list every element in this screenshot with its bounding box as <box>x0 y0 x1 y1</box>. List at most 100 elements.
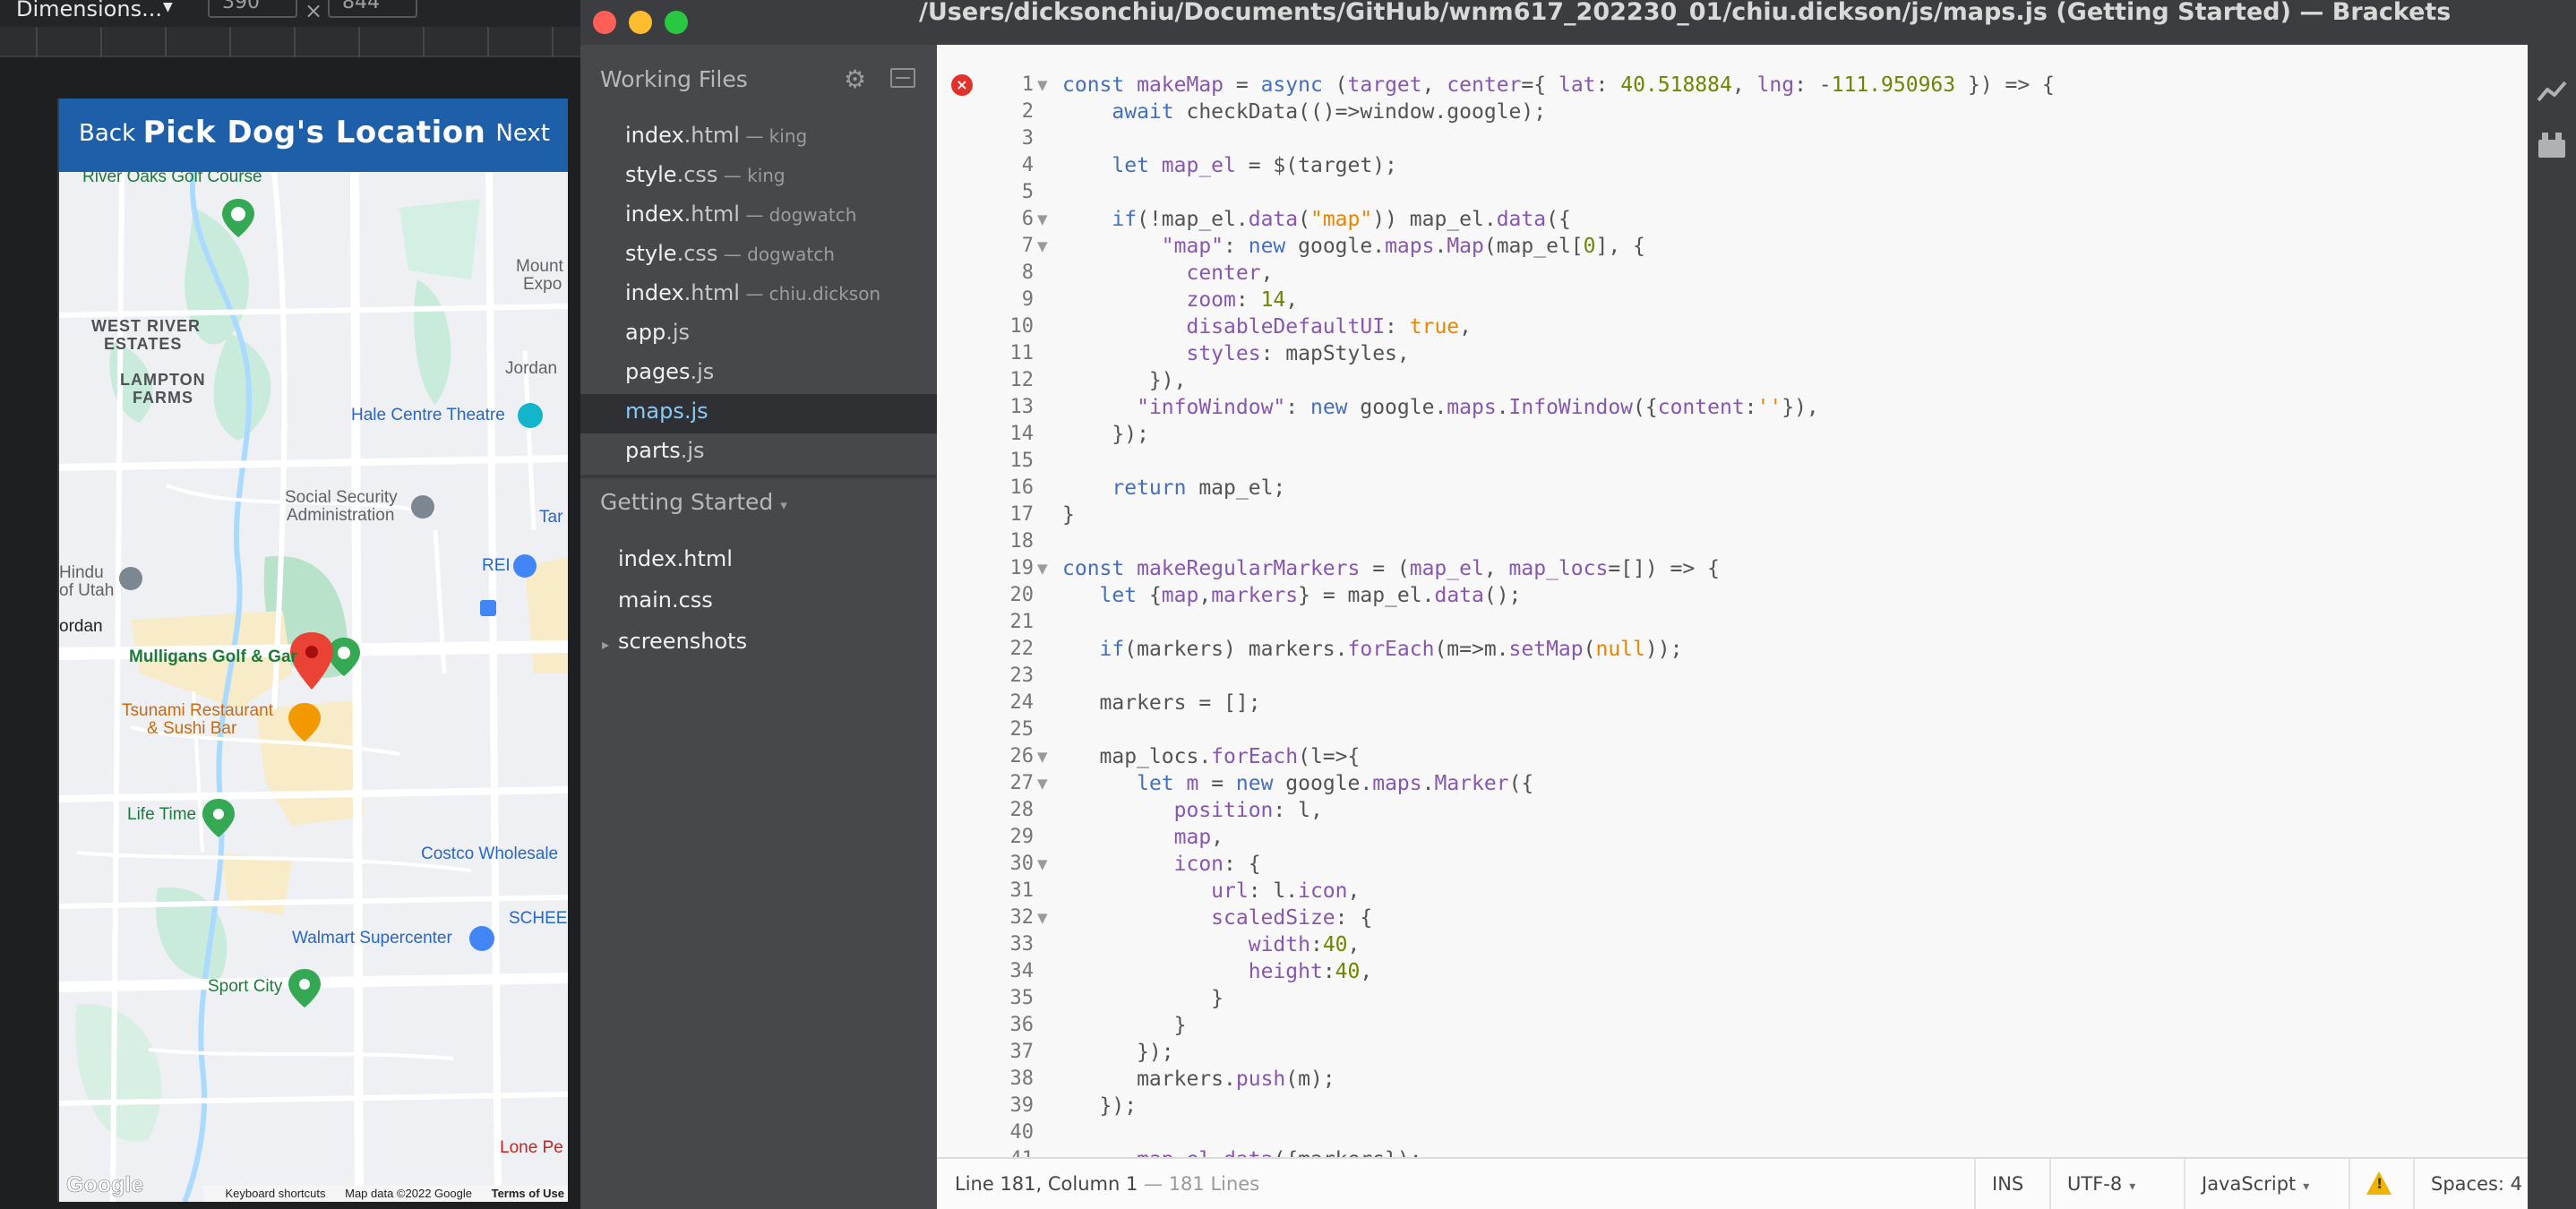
fold-toggle-icon[interactable]: ▼ <box>1037 233 1048 260</box>
code-line[interactable]: }), <box>1062 367 1187 394</box>
fold-toggle-icon[interactable]: ▼ <box>1037 743 1048 770</box>
indent-setting[interactable]: Spaces: 4 <box>2413 1159 2538 1209</box>
encoding-dropdown[interactable]: UTF-8 ▾ <box>2049 1159 2151 1209</box>
code-line[interactable]: return map_el; <box>1062 475 1285 502</box>
code-line[interactable]: "map": new google.maps.Map(map_el[0], { <box>1062 233 1645 260</box>
map-label[interactable]: SCHEE <box>509 910 567 928</box>
chevron-down-icon[interactable]: ▼ <box>163 0 173 14</box>
code-line[interactable]: } <box>1062 502 1075 528</box>
fold-toggle-icon[interactable]: ▼ <box>1037 206 1048 233</box>
map-label[interactable]: of Utah <box>59 582 114 600</box>
warning-icon[interactable] <box>2366 1171 2391 1195</box>
code-line[interactable]: "infoWindow": new google.maps.InfoWindow… <box>1062 394 1819 421</box>
map-label[interactable]: Mulligans Golf & Gar <box>129 648 297 666</box>
project-folder-item[interactable]: screenshots <box>618 629 747 654</box>
working-file-index[interactable]: index.html — chiu.dickson <box>580 276 937 315</box>
map-label[interactable]: REI <box>482 557 511 575</box>
map-label[interactable]: Sport City <box>208 978 282 996</box>
project-file-item[interactable]: main.css <box>618 587 713 613</box>
code-line[interactable]: center, <box>1062 260 1273 287</box>
code-line[interactable]: icon: { <box>1062 851 1261 878</box>
code-line[interactable]: url: l.icon, <box>1062 878 1360 905</box>
map-label[interactable]: River Oaks Golf Course <box>82 172 262 186</box>
map-label[interactable]: Tar <box>539 509 562 527</box>
code-line[interactable]: let m = new google.maps.Marker({ <box>1062 770 1533 797</box>
device-height-input[interactable]: 844 <box>328 0 417 18</box>
map-label[interactable]: Walmart Supercenter <box>292 930 452 947</box>
map-label[interactable]: Mount <box>516 258 563 276</box>
map-label[interactable]: Costco Wholesale <box>421 845 558 863</box>
fold-toggle-icon[interactable]: ▼ <box>1037 905 1048 931</box>
code-line[interactable]: if(!map_el.data("map")) map_el.data({ <box>1062 206 1570 233</box>
insert-mode-toggle[interactable]: INS <box>1974 1159 2039 1209</box>
gear-icon[interactable]: ⚙ <box>844 64 866 94</box>
code-token: center <box>1186 262 1261 285</box>
code-line[interactable]: let map_el = $(target); <box>1062 152 1397 179</box>
working-file-index[interactable]: index.html — dogwatch <box>580 197 937 236</box>
next-button[interactable]: Next <box>495 120 550 147</box>
code-line[interactable]: }); <box>1062 421 1149 448</box>
code-editor[interactable]: × 1 ▼ 2 3 4 5 6 ▼ 7 ▼ 8 9 10 11 12 13 14 15 16 17 18 19 ▼ 20 21 2… <box>937 45 2528 1157</box>
language-dropdown[interactable]: JavaScript ▾ <box>2184 1159 2325 1209</box>
working-file-style[interactable]: style.css — king <box>580 158 937 197</box>
map-label[interactable]: Social Security <box>285 489 398 507</box>
fold-toggle-icon[interactable]: ▼ <box>1037 851 1048 878</box>
code-line[interactable]: width:40, <box>1062 931 1361 958</box>
map-label[interactable]: Hale Centre Theatre <box>351 407 505 424</box>
file-extension: .js <box>690 359 715 384</box>
code-line[interactable]: const makeRegularMarkers = (map_el, map_… <box>1062 555 1720 582</box>
code-line[interactable]: }); <box>1062 1039 1174 1066</box>
code-line[interactable]: map_locs.forEach(l=>{ <box>1062 743 1361 770</box>
code-line[interactable]: } <box>1062 985 1224 1012</box>
code-line[interactable]: } <box>1062 1012 1187 1039</box>
project-file-item[interactable]: index.html <box>618 546 733 571</box>
code-line[interactable]: position: l, <box>1062 797 1323 824</box>
split-view-icon[interactable] <box>890 68 915 88</box>
code-line[interactable]: if(markers) markers.forEach(m=>m.setMap(… <box>1062 636 1683 663</box>
map-label[interactable]: & Sushi Bar <box>147 720 236 738</box>
app-header: Back Pick Dog's Location Next <box>59 99 568 172</box>
code-line[interactable]: let {map,markers} = map_el.data(); <box>1062 582 1522 609</box>
working-file-maps[interactable]: maps.js <box>580 394 937 433</box>
code-line[interactable]: disableDefaultUI: true, <box>1062 313 1472 340</box>
code-line[interactable]: map, <box>1062 824 1224 851</box>
map-label[interactable]: Hindu <box>59 564 104 582</box>
close-window-button[interactable] <box>593 11 616 34</box>
map-label[interactable]: Expo <box>523 276 562 294</box>
file-extension: .js <box>665 320 690 345</box>
fold-toggle-icon[interactable]: ▼ <box>1037 72 1048 99</box>
devtools-ruler <box>0 27 580 57</box>
working-file-parts[interactable]: parts.js <box>580 433 937 473</box>
terms-link[interactable]: Terms of Use <box>492 1187 564 1200</box>
minimize-window-button[interactable] <box>629 11 652 34</box>
map[interactable]: River Oaks Golf Course WEST RIVER ESTATE… <box>59 172 568 1202</box>
code-line[interactable]: }); <box>1062 1093 1138 1119</box>
folder-expand-icon[interactable]: ▸ <box>602 636 609 653</box>
code-line[interactable]: styles: mapStyles, <box>1062 340 1409 367</box>
fold-toggle-icon[interactable]: ▼ <box>1037 555 1048 582</box>
working-file-app[interactable]: app.js <box>580 315 937 355</box>
working-file-pages[interactable]: pages.js <box>580 355 937 394</box>
code-line[interactable]: zoom: 14, <box>1062 287 1298 313</box>
code-line[interactable]: height:40, <box>1062 958 1373 985</box>
map-label[interactable]: Lone Pe <box>500 1139 563 1157</box>
project-dropdown[interactable]: Getting Started ▾ <box>600 489 787 515</box>
cursor-position[interactable]: Line 181, Column 1 — 181 Lines <box>955 1173 1259 1195</box>
code-line[interactable]: const makeMap = async (target, center={ … <box>1062 72 2055 99</box>
code-line[interactable]: await checkData(()=>window.google); <box>1062 99 1546 125</box>
code-line[interactable]: map_el.data({markers}); <box>1062 1146 1422 1157</box>
keyboard-shortcuts-link[interactable]: Keyboard shortcuts <box>225 1187 325 1200</box>
code-line[interactable]: markers.push(m); <box>1062 1066 1335 1093</box>
code-line[interactable]: markers = []; <box>1062 690 1261 716</box>
map-label[interactable]: Tsunami Restaurant <box>122 702 273 720</box>
map-label[interactable]: Life Time <box>127 806 196 824</box>
zoom-window-button[interactable] <box>665 11 688 34</box>
working-file-style[interactable]: style.css — dogwatch <box>580 236 937 276</box>
map-label[interactable]: Administration <box>287 507 394 525</box>
fold-toggle-icon[interactable]: ▼ <box>1037 770 1048 797</box>
linter-status[interactable] <box>2348 1159 2408 1209</box>
device-dimensions-dropdown[interactable]: Dimensions... <box>16 0 162 20</box>
code-line[interactable]: scaledSize: { <box>1062 905 1372 931</box>
device-width-input[interactable]: 390 <box>208 0 297 18</box>
working-file-index[interactable]: index.html — king <box>580 118 937 158</box>
